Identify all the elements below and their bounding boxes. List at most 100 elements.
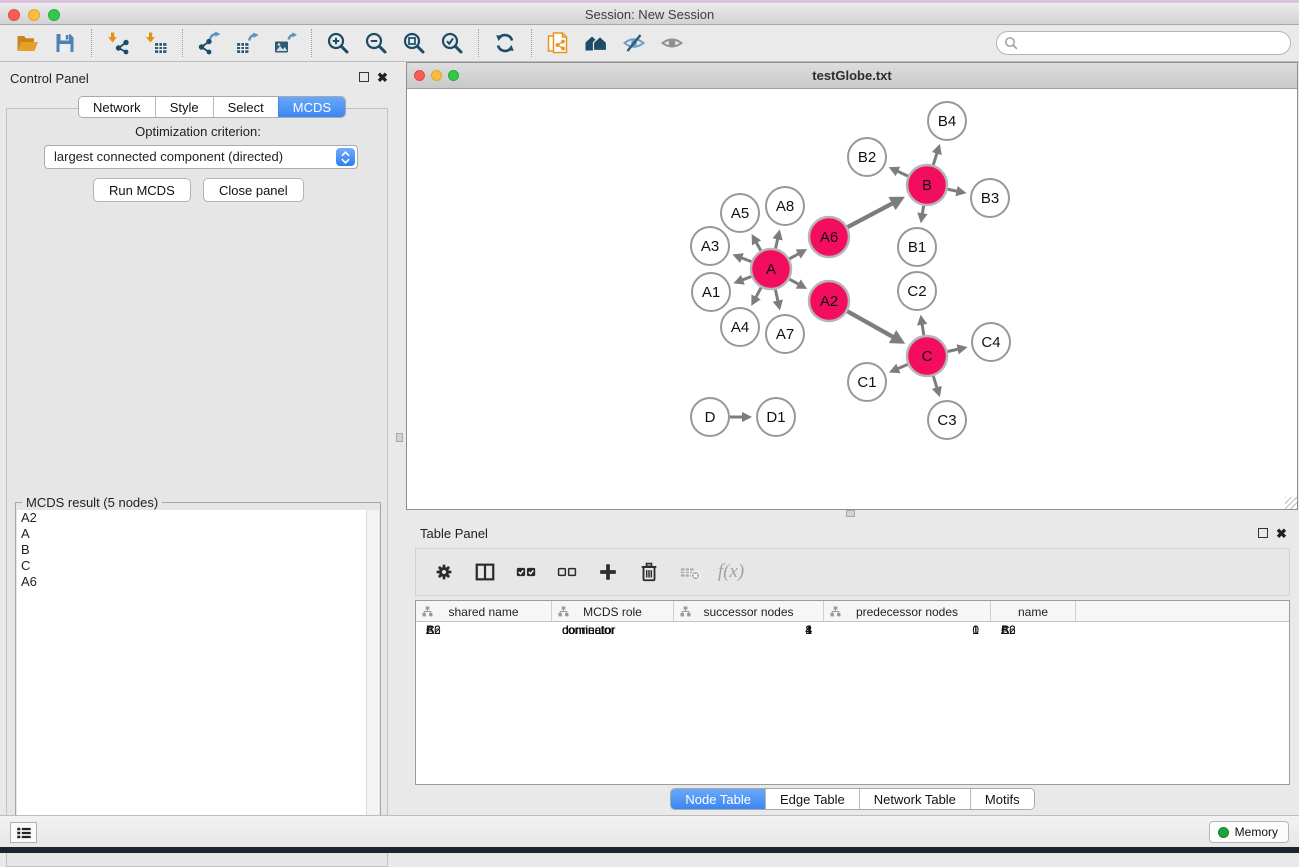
run-mcds-button[interactable]: Run MCDS [93, 178, 191, 202]
export-table-icon[interactable] [228, 27, 266, 59]
task-history-button[interactable] [10, 822, 37, 843]
memory-button[interactable]: Memory [1209, 821, 1289, 843]
graph-edge-C-C2[interactable] [921, 318, 924, 336]
node-table[interactable]: shared nameMCDS rolesuccessor nodesprede… [415, 600, 1290, 785]
graph-node-D[interactable] [691, 398, 729, 436]
graph-node-A5[interactable] [721, 194, 759, 232]
graph-node-B2[interactable] [848, 138, 886, 176]
add-column-icon[interactable] [594, 557, 622, 587]
close-panel-icon[interactable]: ✖ [377, 72, 388, 83]
graph-node-B1[interactable] [898, 228, 936, 266]
table-cell[interactable]: A6 [426, 622, 552, 638]
select-all-icon[interactable] [512, 557, 540, 587]
graph-node-C2[interactable] [898, 272, 936, 310]
result-item[interactable]: C [17, 558, 366, 574]
export-network-icon[interactable] [190, 27, 228, 59]
graph-node-C[interactable] [907, 336, 947, 376]
graph-edge-A2-C[interactable] [847, 311, 901, 341]
graph-edge-A-A3[interactable] [735, 256, 751, 262]
graph-edge-B-B4[interactable] [933, 147, 939, 165]
graph-node-A3[interactable] [691, 227, 729, 265]
graph-edge-B-B2[interactable] [891, 168, 908, 176]
graph-edge-A-A8[interactable] [776, 232, 780, 248]
tab-node-table[interactable]: Node Table [671, 789, 765, 809]
graph-edge-A-A7[interactable] [775, 290, 779, 308]
graph-edge-A-A6[interactable] [789, 251, 804, 259]
refresh-icon[interactable] [486, 27, 524, 59]
graph-edge-A-A5[interactable] [753, 237, 761, 251]
table-cell[interactable]: connector [562, 622, 674, 638]
open-file-icon[interactable] [8, 27, 46, 59]
graph-edge-A6-B[interactable] [848, 199, 902, 227]
column-header[interactable]: name [991, 601, 1076, 622]
result-item[interactable]: A2 [17, 510, 366, 526]
network-graph[interactable]: B4B2BB3A8A5A6A3B1AC2A1A2A4A7C4CC1C3DD1 [407, 89, 1297, 509]
graph-edge-C-C4[interactable] [948, 348, 965, 352]
column-header[interactable]: successor nodes [674, 601, 824, 622]
zoom-out-icon[interactable] [357, 27, 395, 59]
import-network-icon[interactable] [99, 27, 137, 59]
deselect-all-icon[interactable] [553, 557, 581, 587]
export-image-icon[interactable] [266, 27, 304, 59]
graph-node-A6[interactable] [809, 217, 849, 257]
copy-network-icon[interactable] [539, 27, 577, 59]
graph-node-B4[interactable] [928, 102, 966, 140]
graph-node-A2[interactable] [809, 281, 849, 321]
graph-edge-A-A4[interactable] [753, 288, 761, 304]
dropdown-stepper[interactable] [336, 148, 355, 166]
split-collapse-handle[interactable] [396, 433, 403, 442]
close-panel-button[interactable]: Close panel [203, 178, 304, 202]
graph-node-B3[interactable] [971, 179, 1009, 217]
graph-node-A[interactable] [751, 249, 791, 289]
table-row[interactable] [416, 672, 1289, 688]
graph-node-B[interactable] [907, 165, 947, 205]
column-header[interactable]: MCDS role [552, 601, 674, 622]
table-close-panel-icon[interactable]: ✖ [1276, 528, 1287, 539]
table-row[interactable] [416, 640, 1289, 656]
tab-style[interactable]: Style [155, 97, 213, 117]
tab-network-table[interactable]: Network Table [859, 789, 970, 809]
horizontal-split-divider[interactable] [406, 510, 1299, 518]
graph-node-A7[interactable] [766, 315, 804, 353]
tab-motifs[interactable]: Motifs [970, 789, 1034, 809]
gear-icon[interactable] [430, 557, 458, 587]
home-icon[interactable] [577, 27, 615, 59]
graph-node-D1[interactable] [757, 398, 795, 436]
graph-node-C1[interactable] [848, 363, 886, 401]
show-panel-icon[interactable] [653, 27, 691, 59]
search-input[interactable] [996, 31, 1291, 55]
graph-node-A4[interactable] [721, 308, 759, 346]
graph-edge-A-A1[interactable] [736, 277, 751, 283]
tab-mcds[interactable]: MCDS [278, 97, 345, 117]
tab-edge-table[interactable]: Edge Table [765, 789, 859, 809]
graph-node-A1[interactable] [692, 273, 730, 311]
table-row[interactable] [416, 688, 1289, 704]
criterion-dropdown[interactable]: largest connected component (directed) [44, 145, 358, 169]
table-float-panel-icon[interactable] [1258, 528, 1268, 538]
function-builder-icon[interactable]: f(x) [717, 557, 745, 587]
network-window-titlebar[interactable]: testGlobe.txt [407, 63, 1297, 89]
graph-edge-B-B1[interactable] [921, 206, 923, 221]
table-cell[interactable]: A6 [1001, 622, 1076, 638]
zoom-selected-icon[interactable] [433, 27, 471, 59]
vertical-split-divider[interactable] [394, 62, 406, 815]
import-table-icon[interactable] [137, 27, 175, 59]
zoom-fit-icon[interactable] [395, 27, 433, 59]
result-scrollbar[interactable] [366, 510, 379, 842]
destroy-table-icon[interactable] [676, 557, 704, 587]
window-resize-grip[interactable] [1285, 497, 1297, 509]
mcds-result-list[interactable]: A2ABCA6 [17, 510, 366, 842]
result-item[interactable]: A [17, 526, 366, 542]
save-session-icon[interactable] [46, 27, 84, 59]
table-row[interactable] [416, 656, 1289, 672]
result-item[interactable]: B [17, 542, 366, 558]
split-collapse-handle-horizontal[interactable] [846, 510, 855, 517]
graph-edge-C-C1[interactable] [892, 364, 908, 371]
float-panel-icon[interactable] [359, 72, 369, 82]
hide-panel-icon[interactable] [615, 27, 653, 59]
graph-node-C4[interactable] [972, 323, 1010, 361]
delete-column-icon[interactable] [635, 557, 663, 587]
zoom-in-icon[interactable] [319, 27, 357, 59]
split-panel-icon[interactable] [471, 557, 499, 587]
table-cell[interactable]: 1 [824, 622, 979, 638]
